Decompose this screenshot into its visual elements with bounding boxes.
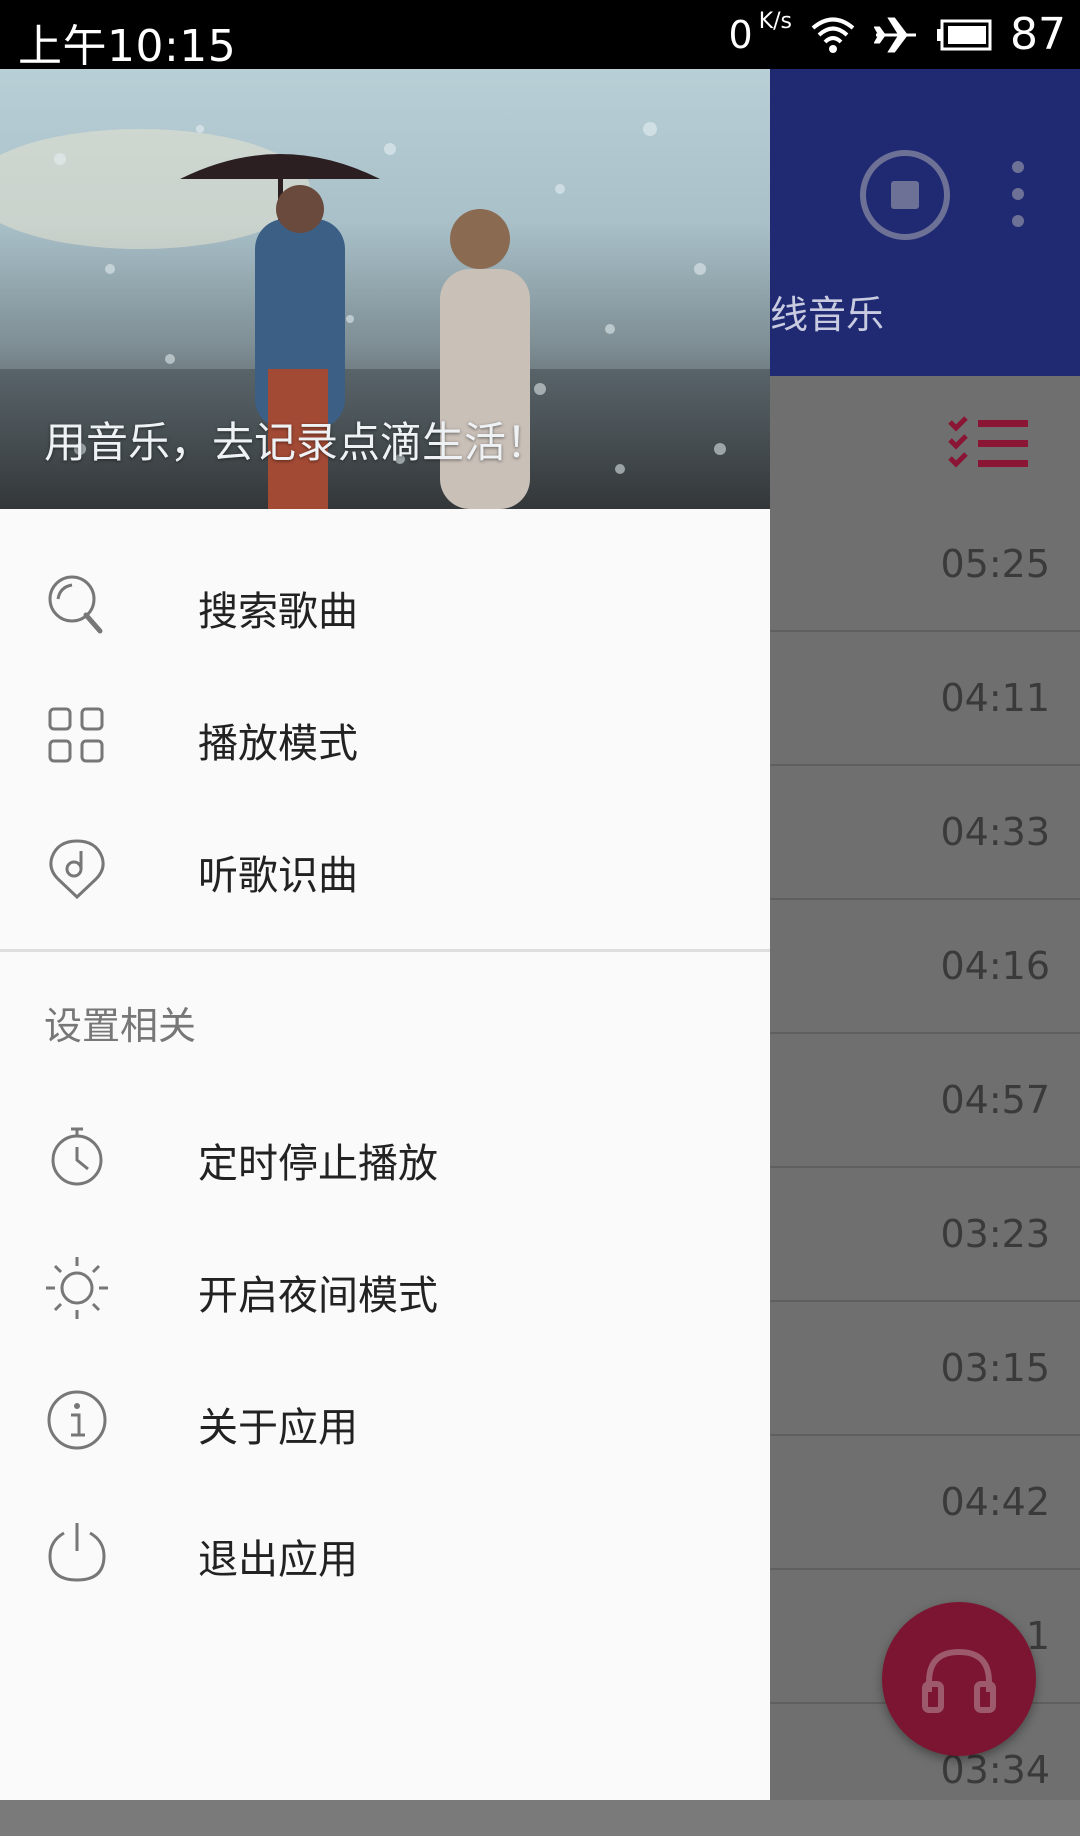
- menu-item-label: 搜索歌曲: [198, 589, 358, 635]
- menu-item-label: 关于应用: [198, 1405, 358, 1451]
- music-recognize-icon: [49, 839, 105, 900]
- song-duration: 05:25: [940, 542, 1050, 586]
- drawer-slogan: 用音乐，去记录点滴生活！: [44, 418, 549, 467]
- timer-icon: [51, 1127, 103, 1186]
- menu-item-label: 退出应用: [198, 1537, 358, 1583]
- menu-item-exit[interactable]: 退出应用: [0, 1481, 770, 1613]
- drawer-divider: [0, 949, 770, 952]
- status-bar: 上午10:15 0 K/s 87: [0, 0, 1080, 72]
- song-duration: 04:11: [940, 676, 1050, 720]
- network-speed-unit: K/s: [758, 8, 792, 34]
- song-duration: 03:15: [940, 1346, 1050, 1390]
- menu-item-label: 开启夜间模式: [198, 1273, 438, 1319]
- menu-item-label: 播放模式: [198, 721, 358, 767]
- song-duration: 04:42: [940, 1480, 1050, 1524]
- airplane-mode-icon: [874, 17, 916, 52]
- grid-icon: [48, 707, 104, 763]
- network-speed: 0 K/s: [728, 9, 793, 57]
- search-icon: [48, 575, 103, 634]
- headphones-icon: [922, 1648, 996, 1713]
- status-time: 上午10:15: [18, 21, 237, 72]
- network-speed-value: 0: [728, 12, 753, 57]
- menu-item-search-songs[interactable]: 搜索歌曲: [0, 533, 770, 665]
- drawer-header: 用音乐，去记录点滴生活！: [0, 69, 770, 509]
- battery-level: 87: [1010, 9, 1066, 60]
- now-playing-fab[interactable]: [882, 1602, 1036, 1756]
- stop-icon[interactable]: [855, 145, 955, 245]
- power-icon: [48, 1523, 106, 1582]
- navigation-drawer: 用音乐，去记录点滴生活！ 搜索歌曲 播放模式 听歌识曲 设置相关 定时停止播放 …: [0, 69, 770, 1800]
- song-duration: 03:23: [940, 1212, 1050, 1256]
- tab-online-music[interactable]: 线音乐: [770, 284, 884, 339]
- sun-icon: [46, 1257, 108, 1319]
- menu-item-label: 定时停止播放: [198, 1141, 438, 1187]
- battery-icon: [937, 19, 992, 50]
- more-options-icon[interactable]: [994, 149, 1042, 239]
- song-duration: 04:57: [940, 1078, 1050, 1122]
- song-duration: 04:33: [940, 810, 1050, 854]
- menu-item-night-mode[interactable]: 开启夜间模式: [0, 1217, 770, 1349]
- menu-item-about[interactable]: 关于应用: [0, 1349, 770, 1481]
- wifi-icon: [811, 17, 855, 53]
- menu-item-play-mode[interactable]: 播放模式: [0, 665, 770, 797]
- settings-section-title: 设置相关: [44, 1004, 197, 1048]
- menu-item-label: 听歌识曲: [198, 853, 358, 899]
- info-icon: [47, 1390, 107, 1450]
- menu-item-song-recognition[interactable]: 听歌识曲: [0, 797, 770, 929]
- song-duration: 04:16: [940, 944, 1050, 988]
- multi-select-icon[interactable]: [948, 416, 1030, 476]
- menu-item-sleep-timer[interactable]: 定时停止播放: [0, 1085, 770, 1217]
